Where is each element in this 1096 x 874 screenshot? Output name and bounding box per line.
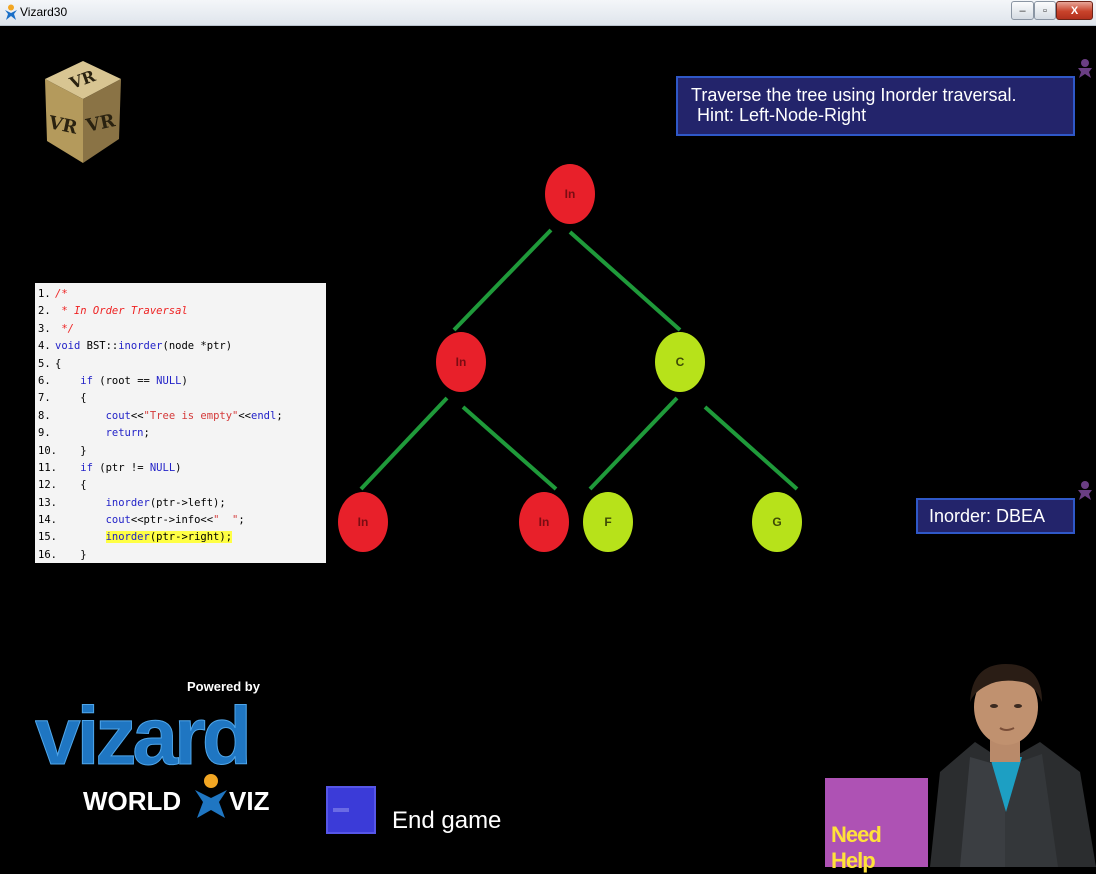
code-line-text: }: [55, 548, 87, 561]
code-line: 8. cout<<"Tree is empty"<<endl;: [35, 408, 326, 425]
code-line: 10. }: [35, 443, 326, 460]
code-line-text: inorder(ptr->right);: [105, 531, 233, 544]
code-line-number: 3.: [38, 322, 51, 335]
code-line: 4. void BST::inorder(node *ptr): [35, 338, 326, 355]
code-line: 9. return;: [35, 425, 326, 442]
code-line-text: */: [61, 322, 74, 335]
virtual-instructor-avatar: [930, 664, 1096, 867]
tree-node-label: F: [604, 515, 611, 529]
tree-edges: [359, 228, 799, 491]
restore-button[interactable]: ▫: [1034, 1, 1056, 20]
tree-edge: [461, 405, 558, 491]
svg-text:VIZ: VIZ: [229, 786, 270, 816]
code-line: 15. inorder(ptr->right);: [35, 529, 326, 546]
tree-node-label: In: [565, 187, 576, 201]
tree-node[interactable]: F: [583, 492, 633, 552]
vizard-app-icon: [5, 4, 17, 20]
code-line-text: {: [55, 357, 62, 370]
tree-node[interactable]: G: [752, 492, 802, 552]
hint-text: Hint: Left-Node-Right: [697, 105, 867, 125]
tree-node[interactable]: In: [545, 164, 595, 224]
code-line-text: if (root == NULL): [80, 374, 188, 387]
instruction-text: Traverse the tree using Inorder traversa…: [691, 85, 1017, 105]
code-line-number: 2.: [38, 305, 51, 318]
code-line-text: * In Order Traversal: [61, 305, 188, 318]
code-line: 1. /*: [35, 286, 326, 303]
code-line-text: cout<<"Tree is empty"<<endl;: [105, 409, 283, 422]
code-line: 16. }: [35, 547, 326, 564]
code-line-text: cout<<ptr->info<<" ";: [105, 514, 245, 527]
code-line: 14. cout<<ptr->info<<" ";: [35, 512, 326, 529]
code-line-text: inorder(ptr->left);: [105, 496, 226, 509]
end-game-label[interactable]: End game: [392, 807, 501, 835]
window-title: Vizard30: [20, 5, 68, 19]
code-line-number: 5.: [38, 357, 51, 370]
code-line-number: 7.: [38, 392, 51, 405]
vr-cube-logo: VR VR VR: [45, 61, 121, 163]
code-line: 7. {: [35, 390, 326, 407]
code-line-number: 4.: [38, 340, 51, 353]
tree-edge: [359, 396, 449, 491]
code-line-text: if (ptr != NULL): [80, 461, 182, 474]
tree-edge: [588, 396, 679, 491]
binary-tree: In In C In In F G: [338, 164, 802, 552]
tree-edge: [703, 405, 799, 491]
code-panel: 1./* 2. * In Order Traversal 3. */4. void B…: [35, 283, 326, 563]
close-button[interactable]: X: [1056, 1, 1093, 20]
instruction-panel: Traverse the tree using Inorder traversa…: [676, 76, 1075, 136]
tree-node-label: In: [358, 515, 369, 529]
code-line-text: }: [55, 444, 87, 457]
code-line: 2. * In Order Traversal: [35, 303, 326, 320]
user-avatar-icon: [1078, 481, 1092, 500]
tree-node[interactable]: In: [519, 492, 569, 552]
svg-text:WORLD: WORLD: [83, 786, 181, 816]
code-line: 12. {: [35, 477, 326, 494]
end-game-button[interactable]: [326, 786, 376, 834]
tree-node-label: In: [456, 355, 467, 369]
code-line-text: return;: [105, 427, 150, 440]
tree-node[interactable]: In: [436, 332, 486, 392]
code-line-number: 6.: [38, 374, 51, 387]
code-line: 5. {: [35, 356, 326, 373]
code-line-number: 9.: [38, 427, 51, 440]
code-line: 13. inorder(ptr->left);: [35, 495, 326, 512]
vizard-worldviz-logo: Powered by vizard WORLD VIZ: [35, 679, 270, 818]
minimize-button[interactable]: –: [1011, 1, 1034, 20]
code-line-number: 8.: [38, 409, 51, 422]
window-title-bar: Vizard30 – ▫ X: [0, 0, 1096, 26]
code-line-text: /*: [55, 288, 68, 300]
code-line-number: 1.: [38, 288, 51, 300]
code-line: 3. */: [35, 321, 326, 338]
code-line-text: void BST::inorder(node *ptr): [55, 340, 233, 353]
tree-node[interactable]: C: [655, 332, 705, 392]
code-line: 11. if (ptr != NULL): [35, 460, 326, 477]
tree-node-label: G: [772, 515, 781, 529]
tree-edge: [568, 230, 682, 332]
traversal-result-panel: Inorder: DBEA: [916, 498, 1075, 534]
tree-node-label: In: [539, 515, 550, 529]
code-line-text: {: [55, 392, 87, 405]
code-line: 6. if (root == NULL): [35, 373, 326, 390]
tree-node-label: C: [676, 355, 685, 369]
user-avatar-icon: [1078, 59, 1092, 78]
tree-node[interactable]: In: [338, 492, 388, 552]
code-line-text: {: [55, 479, 87, 492]
tree-edge: [452, 228, 553, 332]
traversal-result-text: Inorder: DBEA: [929, 506, 1046, 526]
svg-text:vizard: vizard: [35, 691, 248, 782]
need-help-button[interactable]: Need Help: [825, 778, 928, 873]
need-help-label: Need Help: [831, 822, 882, 873]
